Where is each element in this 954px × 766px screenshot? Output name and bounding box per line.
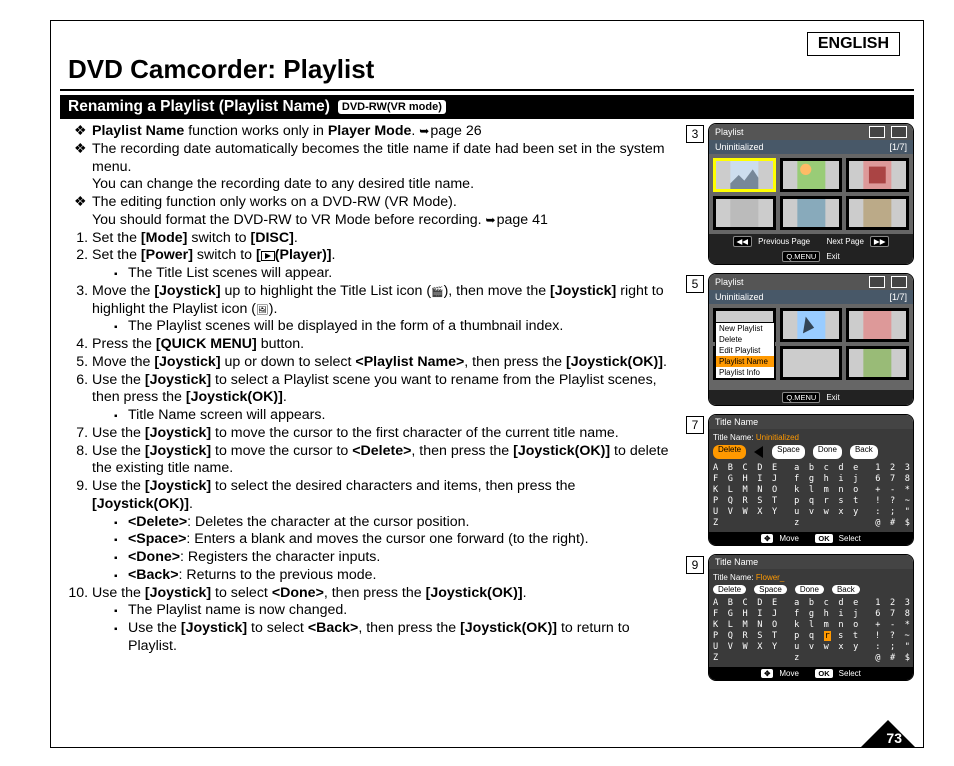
cursor-icon: [754, 445, 764, 459]
thumbnail: [846, 158, 909, 192]
quick-menu: New Playlist Delete Edit Playlist Playli…: [715, 322, 775, 379]
page-link-26: page 26: [419, 123, 481, 141]
thumbnail: [780, 158, 843, 192]
page-number: 73: [886, 730, 902, 746]
language-label: ENGLISH: [807, 32, 900, 56]
thumbnail: [846, 196, 909, 230]
thumbnail: [713, 158, 776, 192]
thumbnail: [846, 308, 909, 342]
thumbnail: [846, 346, 909, 380]
page-link-41: page 41: [486, 212, 548, 230]
thumbnail: [780, 308, 843, 342]
thumbnail: [780, 346, 843, 380]
play-icon: [261, 251, 275, 261]
thumbnail: [780, 196, 843, 230]
thumbnail: [713, 196, 776, 230]
